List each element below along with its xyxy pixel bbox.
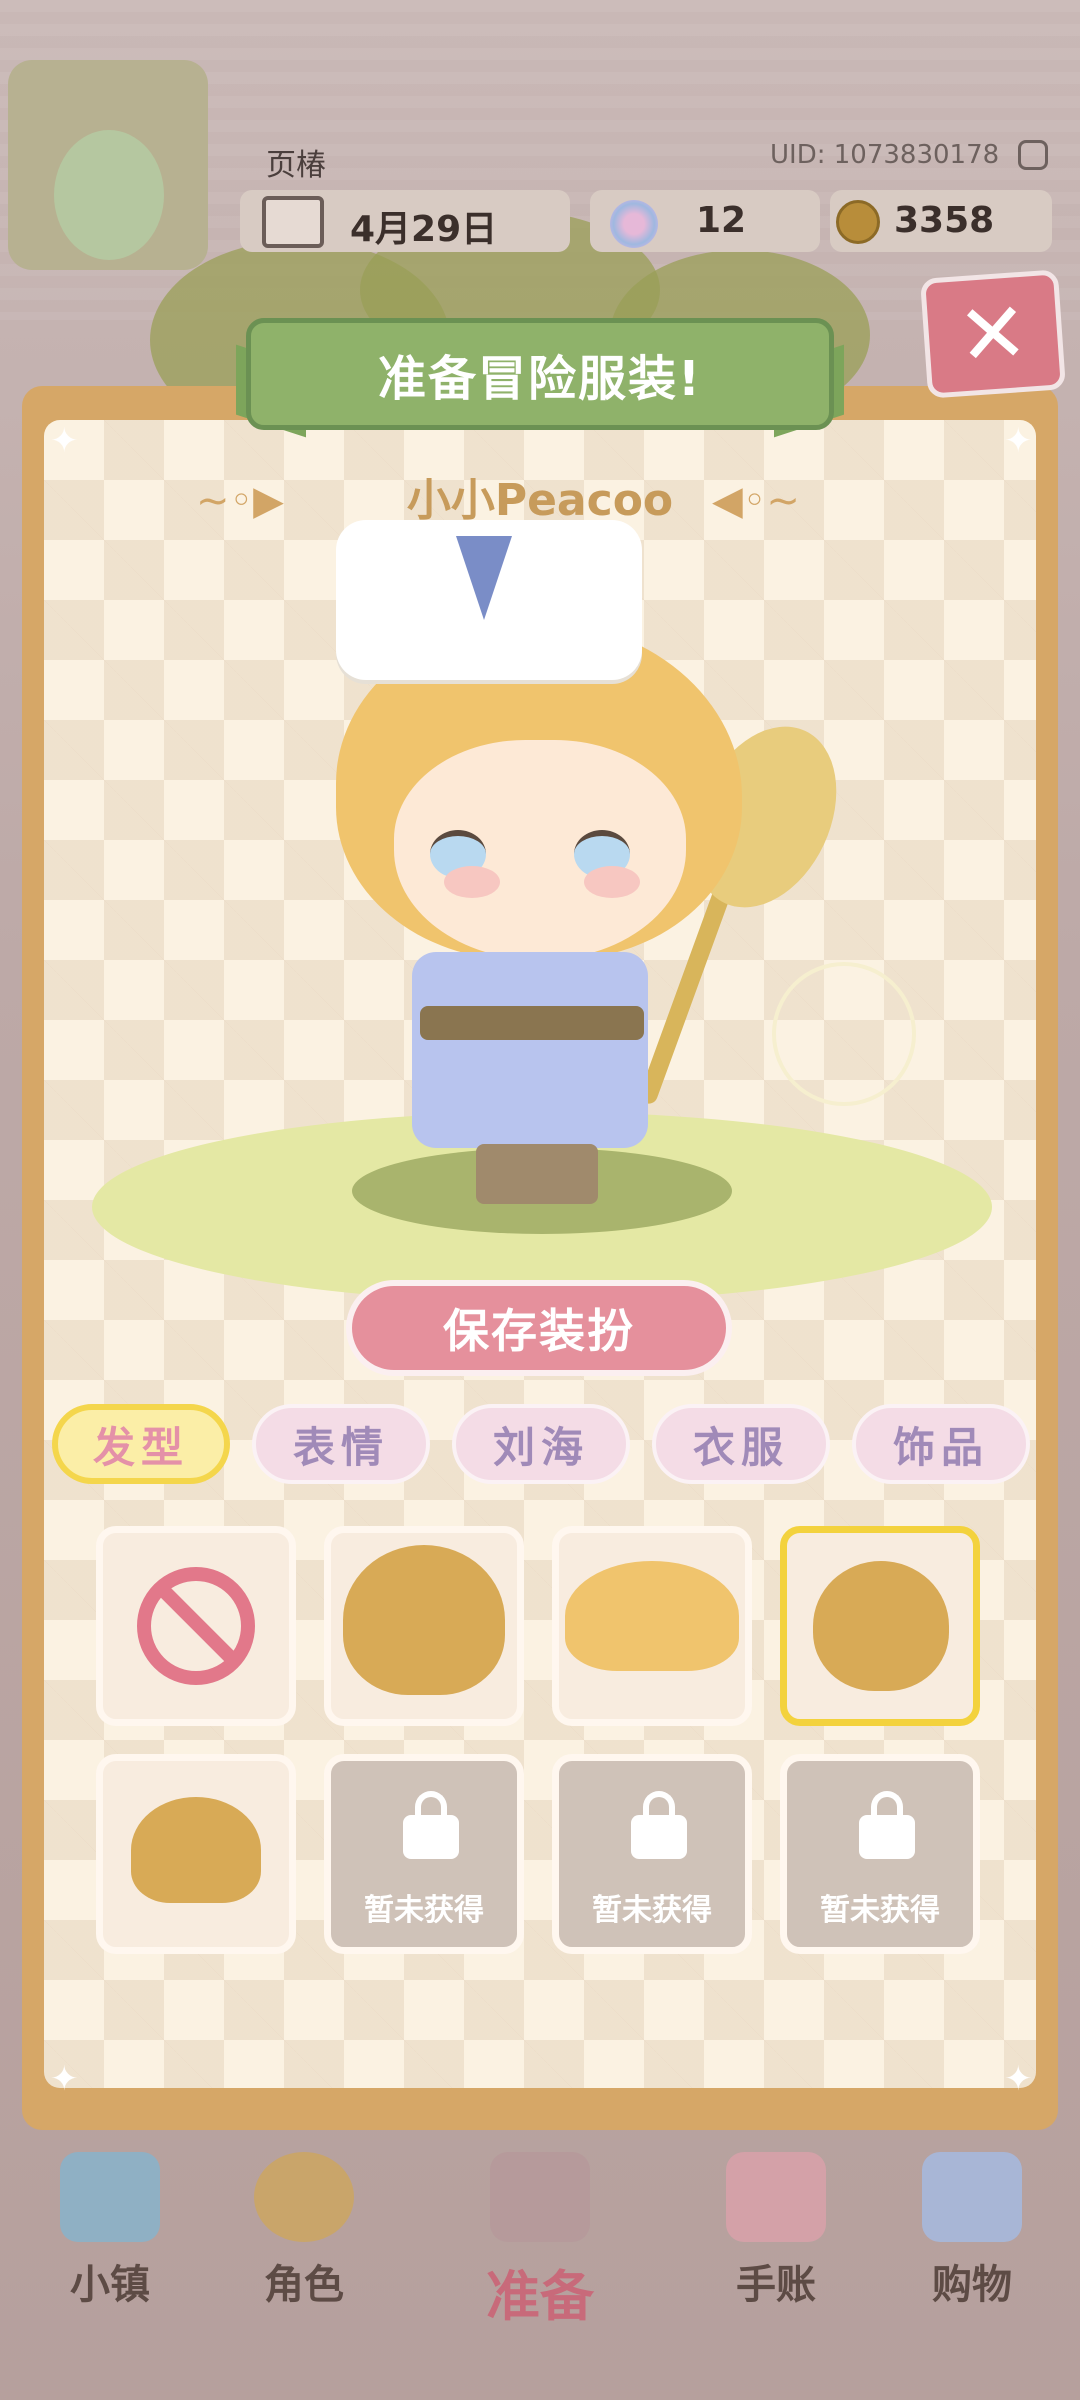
journal-icon (726, 2152, 826, 2242)
tab-accessories[interactable]: 饰品 (852, 1404, 1030, 1484)
hair-icon (565, 1561, 739, 1671)
hair-slot[interactable] (96, 1754, 296, 1954)
hair-icon (131, 1797, 261, 1903)
title-ribbon: 准备冒险服装! (246, 318, 834, 430)
sparkle-effect (772, 962, 916, 1106)
character-boots (476, 1144, 598, 1204)
calendar-icon (262, 196, 324, 248)
character-cheek (584, 866, 640, 898)
lock-icon (631, 1815, 687, 1859)
flourish-right-icon: ◀◦~ (712, 478, 800, 524)
star-icon: ✦ (50, 2059, 79, 2099)
no-icon (137, 1567, 255, 1685)
nav-journal[interactable]: 手账 (706, 2152, 846, 2308)
nav-town[interactable]: 小镇 (40, 2152, 180, 2308)
flower-icon (610, 200, 658, 248)
save-outfit-button[interactable]: 保存装扮 (346, 1280, 732, 1376)
hair-icon (813, 1561, 949, 1691)
hair-slot[interactable] (324, 1526, 524, 1726)
hair-slot-locked[interactable]: 暂未获得 (324, 1754, 524, 1954)
avatar-face (54, 130, 164, 260)
flower-count: 12 (696, 200, 747, 241)
tab-bangs[interactable]: 刘海 (452, 1404, 630, 1484)
copy-icon[interactable] (1018, 140, 1048, 170)
player-name: 页椿 (266, 148, 326, 183)
nav-prepare[interactable]: 准备 (470, 2152, 610, 2328)
nav-label: 手账 (736, 2262, 816, 2308)
coin-icon (836, 200, 880, 244)
locked-label: 暂未获得 (364, 1893, 484, 1928)
locked-label: 暂未获得 (820, 1893, 940, 1928)
character-icon (254, 2152, 354, 2242)
nav-label: 准备 (486, 2265, 594, 2328)
hair-icon (343, 1545, 505, 1695)
player-avatar[interactable] (8, 60, 208, 270)
nav-label: 小镇 (70, 2262, 150, 2308)
character-belt (420, 1006, 644, 1040)
close-button[interactable]: ✕ (919, 269, 1067, 399)
star-icon: ✦ (50, 421, 79, 461)
map-icon (60, 2152, 160, 2242)
shopping-bag-icon (922, 2152, 1022, 2242)
hair-slot-locked[interactable]: 暂未获得 (780, 1754, 980, 1954)
character-name: 小小Peacoo (406, 475, 674, 526)
tab-clothes[interactable]: 衣服 (652, 1404, 830, 1484)
player-uid: UID: 1073830178 (770, 140, 1000, 170)
outfit-icon (490, 2152, 590, 2242)
hair-slot-locked[interactable]: 暂未获得 (552, 1754, 752, 1954)
lock-icon (403, 1815, 459, 1859)
lock-icon (859, 1815, 915, 1859)
star-icon: ✦ (1004, 2059, 1033, 2099)
nav-label: 购物 (932, 2262, 1012, 2308)
hair-slot-selected[interactable] (780, 1526, 980, 1726)
locked-label: 暂未获得 (592, 1893, 712, 1928)
close-icon: ✕ (954, 282, 1032, 386)
nav-label: 角色 (264, 2262, 344, 2308)
panel-title: 准备冒险服装! (378, 351, 702, 407)
character-coat (412, 952, 648, 1148)
hair-slot-none[interactable] (96, 1526, 296, 1726)
tab-expression[interactable]: 表情 (252, 1404, 430, 1484)
character-cheek (444, 866, 500, 898)
hair-slot[interactable] (552, 1526, 752, 1726)
coin-count: 3358 (894, 200, 995, 241)
flourish-left-icon: ~◦▶ (196, 478, 284, 524)
nav-shop[interactable]: 购物 (902, 2152, 1042, 2308)
date-text: 4月29日 (350, 209, 498, 250)
tab-hairstyle[interactable]: 发型 (52, 1404, 230, 1484)
star-icon: ✦ (1004, 421, 1033, 461)
nav-character[interactable]: 角色 (234, 2152, 374, 2308)
